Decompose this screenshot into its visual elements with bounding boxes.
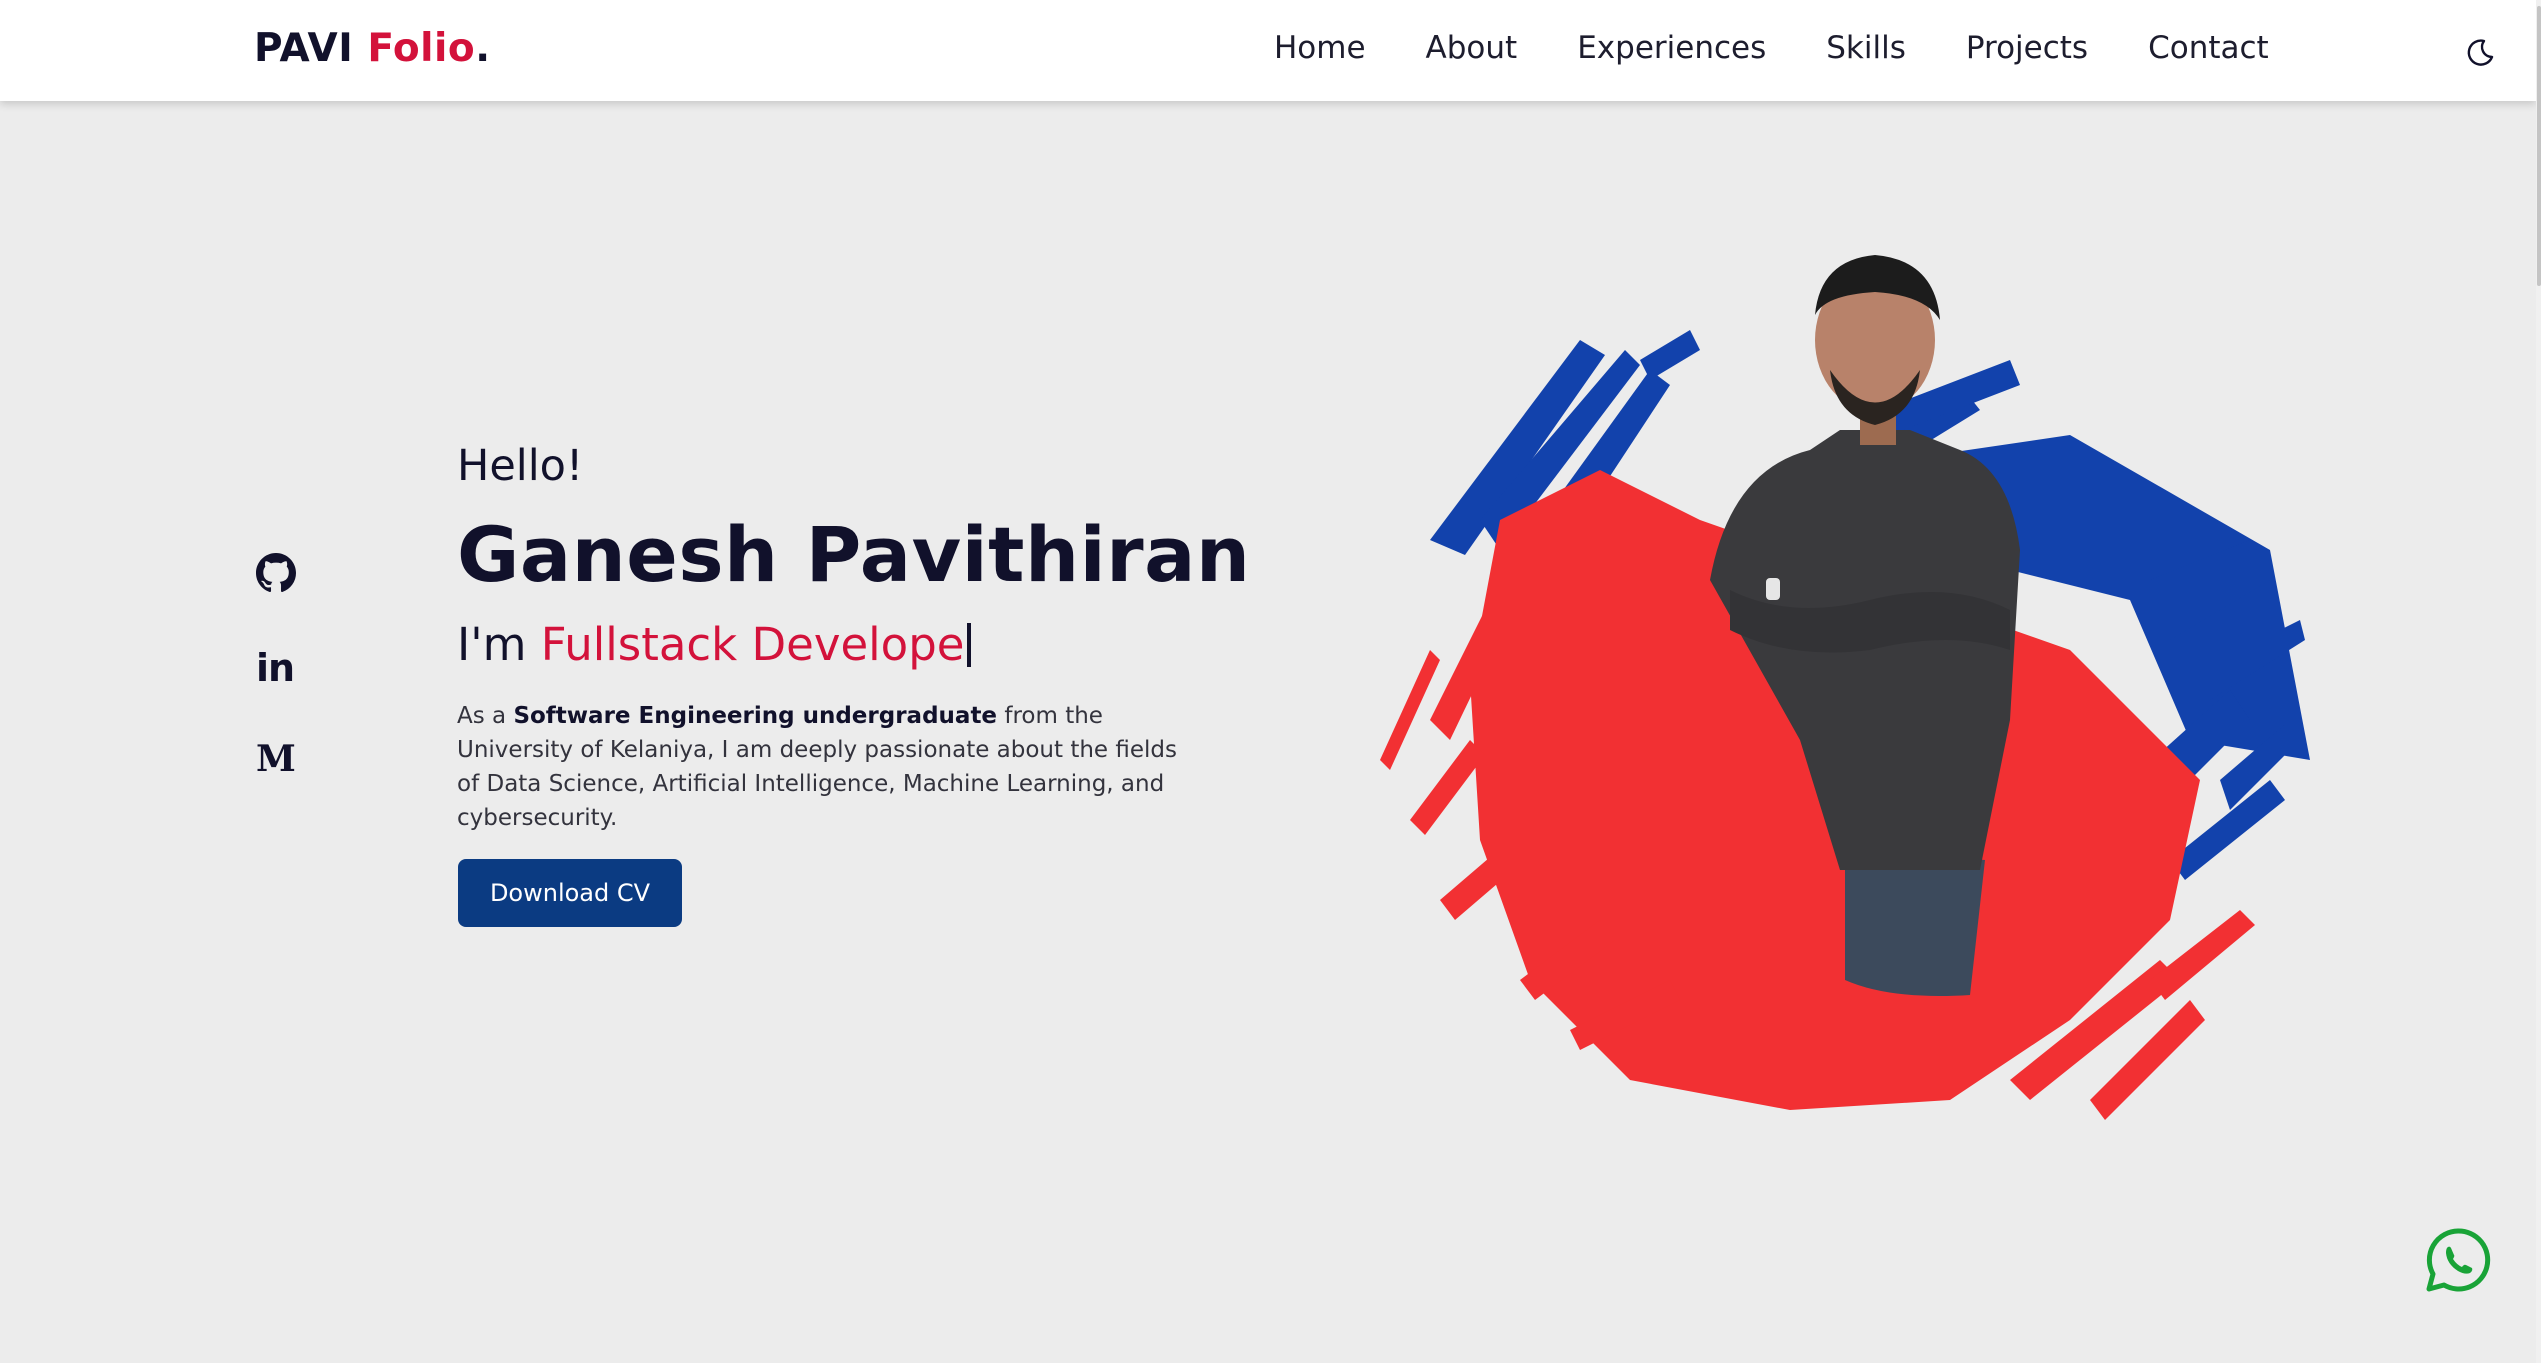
whatsapp-icon [2426,1228,2491,1292]
logo-accent: Folio [367,26,476,71]
moon-icon [2467,39,2494,66]
github-icon [256,553,296,593]
theme-toggle-button[interactable] [2464,37,2496,69]
nav-link-about[interactable]: About [1426,30,1518,66]
medium-link[interactable]: M [256,739,296,779]
logo-dot: . [475,26,491,71]
typing-caret [967,623,972,667]
logo-first: PAVI [254,26,354,71]
hero-description-before: As a [457,703,514,729]
profile-photo [1380,255,2310,1120]
nav-links: Home About Experiences Skills Projects C… [1274,30,2269,66]
nav-link-contact[interactable]: Contact [2148,30,2269,66]
whatsapp-button[interactable] [2424,1226,2492,1294]
hero-role: I'm Fullstack Develope [457,618,972,671]
linkedin-icon: in [256,646,295,690]
hero-description-bold: Software Engineering undergraduate [513,703,998,729]
nav-link-skills[interactable]: Skills [1826,30,1906,66]
hero-role-prefix: I'm [457,618,541,671]
navbar: PAVI Folio. Home About Experiences Skill… [0,0,2536,101]
hero-greeting: Hello! [457,441,584,491]
page-scrollbar-thumb[interactable] [2537,6,2541,286]
github-link[interactable] [256,553,296,593]
download-cv-button[interactable]: Download CV [458,859,682,927]
linkedin-link[interactable]: in [256,648,296,688]
nav-link-home[interactable]: Home [1274,30,1366,66]
hero-role-value: Fullstack Develope [540,618,965,671]
nav-link-projects[interactable]: Projects [1966,30,2088,66]
medium-icon: M [256,738,296,780]
hero-name: Ganesh Pavithiran [457,510,1251,599]
nav-link-experiences[interactable]: Experiences [1577,30,1766,66]
hero-description: As a Software Engineering undergraduate … [457,699,1177,835]
site-logo[interactable]: PAVI Folio. [254,26,491,71]
